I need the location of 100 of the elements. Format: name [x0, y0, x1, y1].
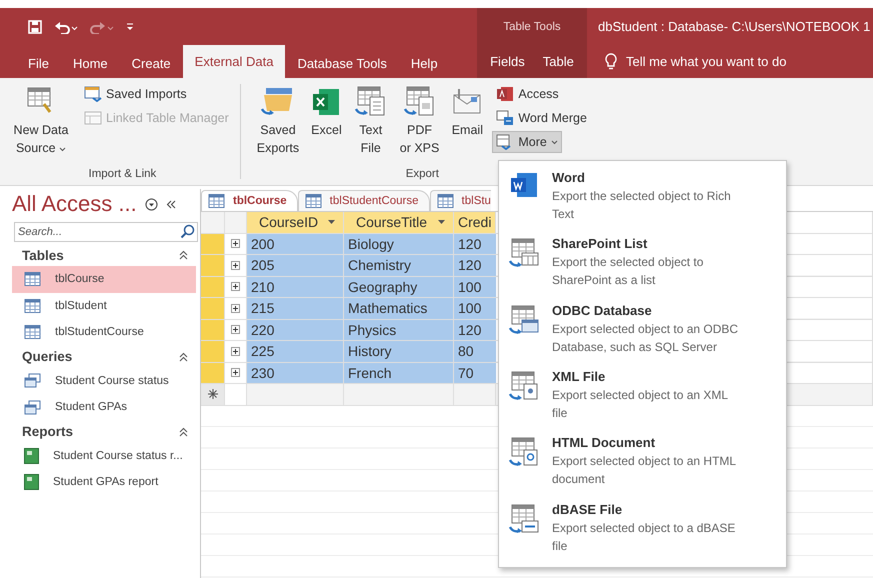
- query-icon: [24, 400, 41, 415]
- lightbulb-icon[interactable]: [605, 53, 617, 70]
- menu-item-title: dBASE File: [552, 500, 624, 519]
- filter-arrow-icon[interactable]: [328, 220, 335, 224]
- table-icon: [24, 298, 41, 313]
- menu-item-description: Export selected object to a dBASE file: [552, 520, 736, 555]
- search-icon[interactable]: [180, 224, 195, 239]
- expand-icon[interactable]: [231, 304, 240, 313]
- ribbon-button[interactable]: Word Merge: [492, 107, 591, 129]
- table-cell: History: [344, 341, 454, 362]
- document-tab[interactable]: tblStu: [430, 190, 491, 211]
- collapse-icon[interactable]: [179, 352, 188, 362]
- menu-item[interactable]: dBASE File Export selected object to a dBASE file: [507, 500, 786, 567]
- redo-icon[interactable]: [90, 20, 114, 34]
- ribbon-tab[interactable]: Database Tools: [285, 49, 399, 78]
- menu-item[interactable]: HTML Document Export selected object to an HTML document: [507, 434, 786, 501]
- expand-icon[interactable]: [231, 260, 240, 270]
- expand-icon[interactable]: [231, 239, 240, 248]
- menu-item[interactable]: ODBC Database Export selected object to an ODBC Database, such as SQL Server: [507, 302, 786, 368]
- new-record-icon[interactable]: [208, 389, 218, 400]
- ribbon-tab[interactable]: Home: [60, 49, 120, 78]
- expand-icon[interactable]: [231, 368, 240, 378]
- menu-item-description: Export selected object to an HTML document: [552, 453, 737, 488]
- ribbon-tab[interactable]: Help: [398, 49, 450, 78]
- collapse-icon[interactable]: [179, 426, 188, 436]
- nav-item[interactable]: Student GPAs: [12, 394, 196, 420]
- dropdown-icon[interactable]: [144, 198, 158, 210]
- menu-item[interactable]: Word Export the selected object to Rich Text: [507, 169, 786, 236]
- ribbon-button[interactable]: Saved Exports: [254, 82, 302, 168]
- contextual-group-label: Table Tools: [503, 20, 561, 32]
- pane-title[interactable]: All Access ...: [12, 191, 137, 217]
- menu-item[interactable]: XML File Export selected object to an XML file: [507, 368, 786, 434]
- group-header[interactable]: Queries: [22, 349, 72, 364]
- command-icon: [496, 86, 514, 102]
- ribbon-button[interactable]: Access: [492, 83, 563, 105]
- ribbon-button[interactable]: More: [492, 131, 562, 153]
- ribbon-button[interactable]: New Data Source: [6, 82, 76, 168]
- column-header[interactable]: CourseID: [247, 212, 344, 232]
- nav-item[interactable]: Student Course status: [12, 368, 196, 394]
- group-header[interactable]: Reports: [22, 424, 74, 439]
- ribbon-tab[interactable]: Fields: [481, 45, 534, 78]
- table-cell: Chemistry: [344, 255, 454, 276]
- filter-arrow-icon[interactable]: [438, 220, 445, 224]
- table-cell: 200: [247, 234, 344, 254]
- table-cell: 80: [454, 341, 496, 362]
- group-label: Import & Link: [88, 168, 156, 180]
- table-export-icon: [508, 502, 540, 535]
- table-export-icon: [508, 370, 540, 402]
- ribbon-button[interactable]: Text File: [350, 82, 391, 168]
- ribbon-button[interactable]: PDF or XPS: [396, 82, 442, 168]
- ribbon-button[interactable]: Email: [448, 82, 486, 168]
- table-cell: 205: [247, 255, 344, 276]
- nav-item[interactable]: tblStudent: [12, 292, 196, 319]
- table-export-icon: [508, 436, 540, 468]
- nav-item[interactable]: Student GPAs report: [12, 469, 196, 496]
- table-cell: Biology: [344, 234, 454, 254]
- menu-item[interactable]: SharePoint List Export the selected object to SharePoint as a list: [507, 235, 786, 302]
- table-icon: [436, 194, 454, 208]
- group-header[interactable]: Tables: [22, 248, 64, 262]
- table-cell: French: [344, 362, 454, 383]
- undo-icon[interactable]: [54, 20, 78, 34]
- nav-item[interactable]: Student Course status r...: [12, 442, 196, 469]
- collapse-icon[interactable]: [179, 250, 188, 260]
- table-cell: 100: [454, 276, 496, 297]
- command-icon: [84, 110, 102, 126]
- ribbon-button[interactable]: Excel: [308, 82, 345, 168]
- document-tab[interactable]: tblCourse: [201, 190, 298, 211]
- ribbon-button[interactable]: Saved Imports: [80, 83, 191, 105]
- group-label: Export: [406, 168, 439, 180]
- nav-item[interactable]: tblStudentCourse: [12, 319, 196, 346]
- expand-icon[interactable]: [231, 325, 240, 334]
- customize-icon[interactable]: [126, 22, 134, 32]
- table-cell: 230: [247, 362, 344, 383]
- table-cell: 215: [247, 298, 344, 318]
- ribbon-tab[interactable]: External Data: [182, 45, 286, 78]
- menu-item-title: HTML Document: [552, 434, 656, 452]
- column-header[interactable]: CourseTitle: [344, 212, 454, 232]
- save-icon[interactable]: [28, 20, 42, 34]
- menu-item-title: ODBC Database: [552, 302, 653, 320]
- table-cell: 120: [454, 320, 496, 340]
- menu-item-description: Export selected object to an XML file: [552, 386, 729, 422]
- menu-item-title: SharePoint List: [552, 235, 648, 254]
- search-field[interactable]: Search...: [14, 222, 198, 242]
- ribbon-tab[interactable]: File: [16, 49, 61, 78]
- row-selector[interactable]: [201, 384, 225, 404]
- ribbon-tab[interactable]: Create: [120, 49, 183, 78]
- collapse-icon[interactable]: [166, 200, 176, 208]
- table-cell: 210: [247, 276, 344, 297]
- menu-item-description: Export the selected object to Rich Text: [552, 188, 732, 223]
- table-icon: [24, 272, 41, 286]
- expand-icon[interactable]: [231, 346, 240, 356]
- tell-me-box[interactable]: Tell me what you want to do: [626, 54, 786, 69]
- ribbon-tab[interactable]: Table: [534, 45, 583, 78]
- nav-item[interactable]: tblCourse: [12, 266, 196, 292]
- report-icon: [24, 448, 39, 464]
- document-tab[interactable]: tblStudentCourse: [298, 190, 430, 211]
- expand-icon[interactable]: [231, 282, 240, 292]
- table-cell: 70: [454, 362, 496, 383]
- table-cell[interactable]: [225, 384, 247, 404]
- column-header[interactable]: Credi: [454, 212, 496, 232]
